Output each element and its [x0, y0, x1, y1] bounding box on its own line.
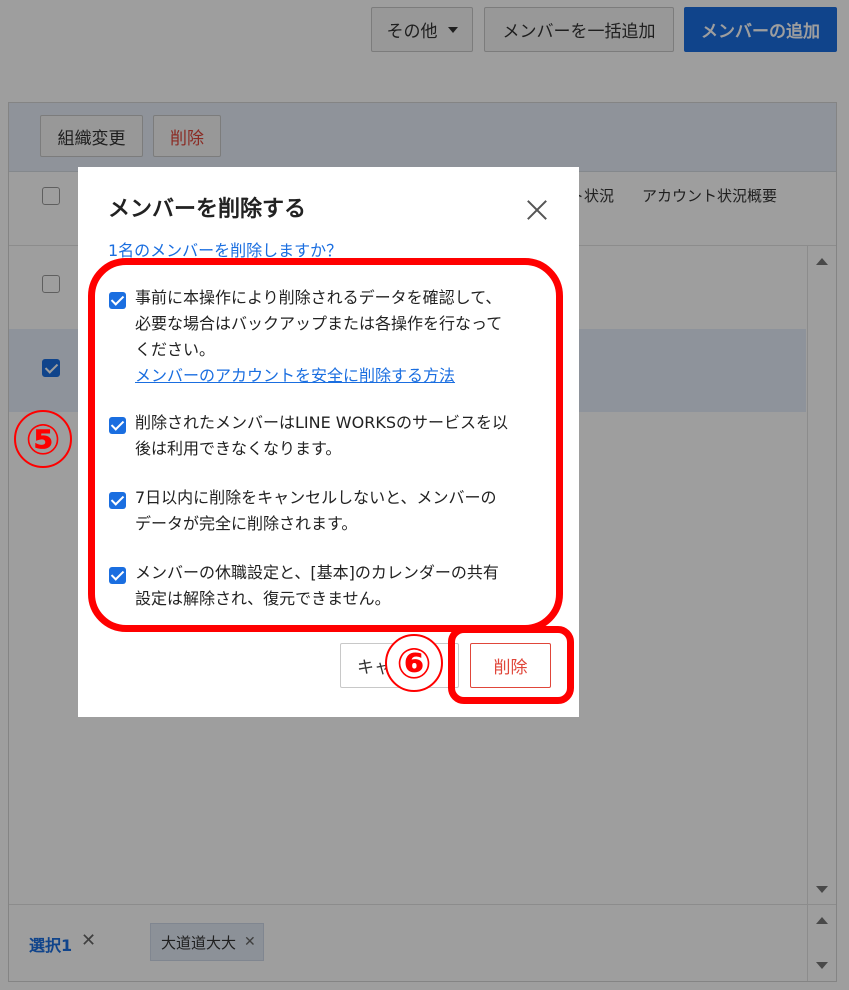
confirm-item-1-line1: 事前に本操作により削除されるデータを確認して、: [135, 288, 502, 307]
delete-member-dialog: メンバーを削除する 1名のメンバーを削除しますか？ 事前に本操作により削除される…: [78, 167, 579, 717]
dialog-title: メンバーを削除する: [108, 197, 307, 222]
confirm-item-4-line1: メンバーの休職設定と、[基本]のカレンダーの共有: [135, 563, 499, 582]
annotation-step-6: ⑥: [385, 634, 443, 692]
confirm-item-3: 7日以内に削除をキャンセルしないと、メンバーの データが完全に削除されます。: [135, 485, 553, 537]
confirm-checkbox-1[interactable]: [109, 292, 126, 309]
close-icon[interactable]: [526, 199, 548, 221]
confirm-item-2-line1: 削除されたメンバーはLINE WORKSのサービスを以: [135, 413, 508, 432]
confirm-item-2: 削除されたメンバーはLINE WORKSのサービスを以 後は利用できなくなります…: [135, 410, 553, 462]
annotation-step-5: ⑤: [14, 410, 72, 468]
confirm-delete-button[interactable]: 削除: [470, 643, 551, 688]
confirm-checkbox-2[interactable]: [109, 417, 126, 434]
dialog-question: 1名のメンバーを削除しますか？: [108, 241, 343, 260]
safe-delete-help-link[interactable]: メンバーのアカウントを安全に削除する方法: [135, 363, 553, 389]
confirm-item-1-line3: ください。: [135, 340, 216, 359]
confirm-item-3-line1: 7日以内に削除をキャンセルしないと、メンバーの: [135, 488, 497, 507]
confirm-item-4-line2: 設定は解除され、復元できません。: [135, 589, 391, 608]
confirm-item-1-line2: 必要な場合はバックアップまたは各操作を行なって: [135, 314, 503, 333]
confirm-item-4: メンバーの休職設定と、[基本]のカレンダーの共有 設定は解除され、復元できません…: [135, 560, 553, 612]
confirm-item-2-line2: 後は利用できなくなります。: [135, 439, 342, 458]
confirm-item-1: 事前に本操作により削除されるデータを確認して、 必要な場合はバックアップまたは各…: [135, 285, 553, 389]
confirm-checkbox-4[interactable]: [109, 567, 126, 584]
confirm-item-3-line2: データが完全に削除されます。: [135, 514, 358, 533]
confirm-checkbox-3[interactable]: [109, 492, 126, 509]
